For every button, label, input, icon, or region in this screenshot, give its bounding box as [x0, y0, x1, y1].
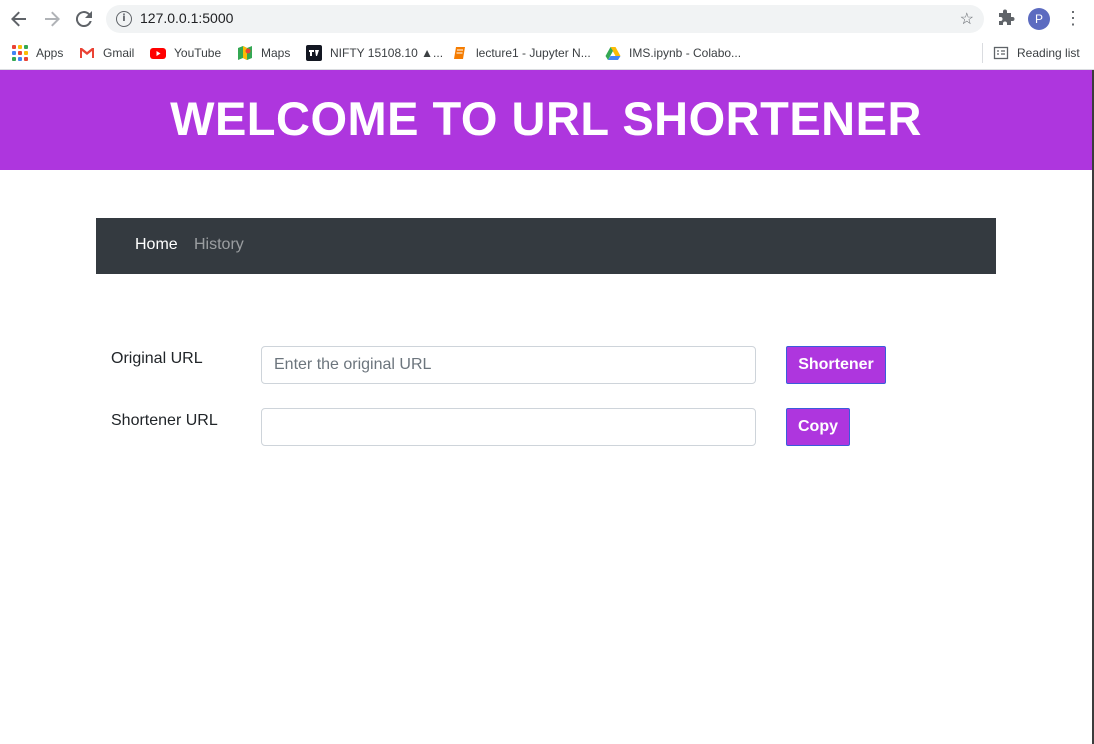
maps-icon	[237, 45, 253, 61]
extensions-puzzle-icon[interactable]	[997, 9, 1017, 29]
bookmark-label: YouTube	[174, 46, 222, 60]
address-bar[interactable]: i 127.0.0.1:5000 ☆	[106, 5, 984, 33]
back-arrow-icon[interactable]	[8, 8, 30, 30]
reading-list-button[interactable]: Reading list	[993, 44, 1080, 62]
tradingview-icon	[306, 45, 322, 61]
shorten-button[interactable]: Shortener	[786, 346, 886, 384]
bookmark-colab[interactable]: IMS.ipynb - Colabo...	[605, 44, 741, 62]
page-content: WELCOME TO URL SHORTENER Home History Or…	[0, 70, 1094, 744]
gmail-icon	[79, 45, 95, 61]
bookmark-separator	[982, 43, 983, 63]
nav-link-home[interactable]: Home	[135, 236, 178, 254]
bookmark-maps[interactable]: Maps	[237, 44, 290, 62]
bookmark-label: lecture1 - Jupyter N...	[476, 46, 591, 60]
bookmark-label: Apps	[36, 46, 64, 60]
page-title: WELCOME TO URL SHORTENER	[170, 91, 922, 145]
reading-list-label: Reading list	[1017, 46, 1080, 60]
reload-icon[interactable]	[73, 8, 95, 30]
drive-icon	[605, 45, 621, 61]
shortened-url-output[interactable]	[261, 408, 756, 446]
nav-link-history[interactable]: History	[194, 236, 244, 254]
bookmark-star-icon[interactable]: ☆	[960, 9, 974, 29]
bookmark-apps[interactable]: Apps	[12, 44, 63, 62]
bookmark-label: IMS.ipynb - Colabo...	[629, 46, 742, 60]
original-url-input[interactable]	[261, 346, 756, 384]
bookmarks-bar: Apps Gmail YouTube Maps NIFTY 15108.10 ▲…	[0, 38, 1094, 70]
forward-arrow-icon[interactable]	[41, 8, 63, 30]
browser-toolbar: i 127.0.0.1:5000 ☆ P ⋮	[0, 0, 1094, 38]
browser-menu-icon[interactable]: ⋮	[1064, 8, 1082, 29]
apps-grid-icon	[12, 45, 28, 61]
bookmark-youtube[interactable]: YouTube	[150, 44, 221, 62]
original-url-label: Original URL	[111, 350, 203, 367]
youtube-icon	[150, 45, 166, 61]
site-info-icon[interactable]: i	[116, 11, 132, 27]
copy-button[interactable]: Copy	[786, 408, 850, 446]
bookmark-label: Maps	[261, 46, 291, 60]
address-url[interactable]: 127.0.0.1:5000	[140, 10, 233, 26]
bookmark-jupyter[interactable]: lecture1 - Jupyter N...	[452, 44, 591, 62]
bookmark-label: Gmail	[103, 46, 135, 60]
page-header: WELCOME TO URL SHORTENER	[0, 70, 1092, 170]
bookmark-nifty[interactable]: NIFTY 15108.10 ▲...	[306, 44, 443, 62]
notebook-icon	[452, 45, 468, 61]
bookmark-label: NIFTY 15108.10 ▲...	[330, 46, 444, 60]
reading-list-icon	[993, 45, 1009, 61]
shortened-url-label: Shortener URL	[111, 412, 218, 429]
main-navbar: Home History	[96, 218, 996, 274]
bookmark-gmail[interactable]: Gmail	[79, 44, 134, 62]
profile-avatar[interactable]: P	[1028, 8, 1050, 30]
